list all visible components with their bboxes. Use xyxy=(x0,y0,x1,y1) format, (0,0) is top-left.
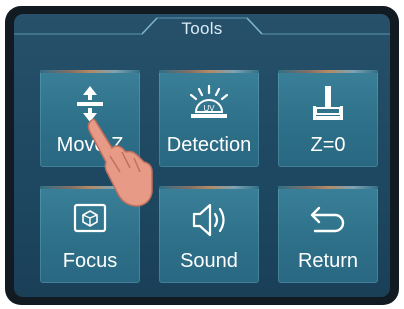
tile-accent xyxy=(40,70,140,73)
tile-accent xyxy=(159,70,259,73)
z-home-icon xyxy=(313,86,343,120)
page-title: Tools xyxy=(181,19,223,38)
return-arrow-icon xyxy=(310,206,345,233)
touch-screen: Tools Move Z UV Detection Z=0 Focus Soun… xyxy=(14,14,390,297)
detection-label: Detection xyxy=(166,134,252,156)
sound-button[interactable]: Sound xyxy=(159,186,259,283)
tile-accent xyxy=(159,186,259,189)
z-zero-button[interactable]: Z=0 xyxy=(278,70,378,167)
sound-label: Sound xyxy=(180,250,238,272)
focus-label: Focus xyxy=(62,250,118,272)
speaker-icon xyxy=(192,203,225,237)
return-button[interactable]: Return xyxy=(278,186,378,283)
detection-button[interactable]: UV Detection xyxy=(159,70,259,167)
tile-accent xyxy=(278,186,378,189)
uv-lamp-icon: UV xyxy=(189,84,229,118)
return-label: Return xyxy=(297,250,359,272)
svg-text:UV: UV xyxy=(203,104,215,113)
tile-accent xyxy=(278,70,378,73)
pointing-hand-icon xyxy=(87,118,153,207)
z-zero-label: Z=0 xyxy=(310,134,346,156)
